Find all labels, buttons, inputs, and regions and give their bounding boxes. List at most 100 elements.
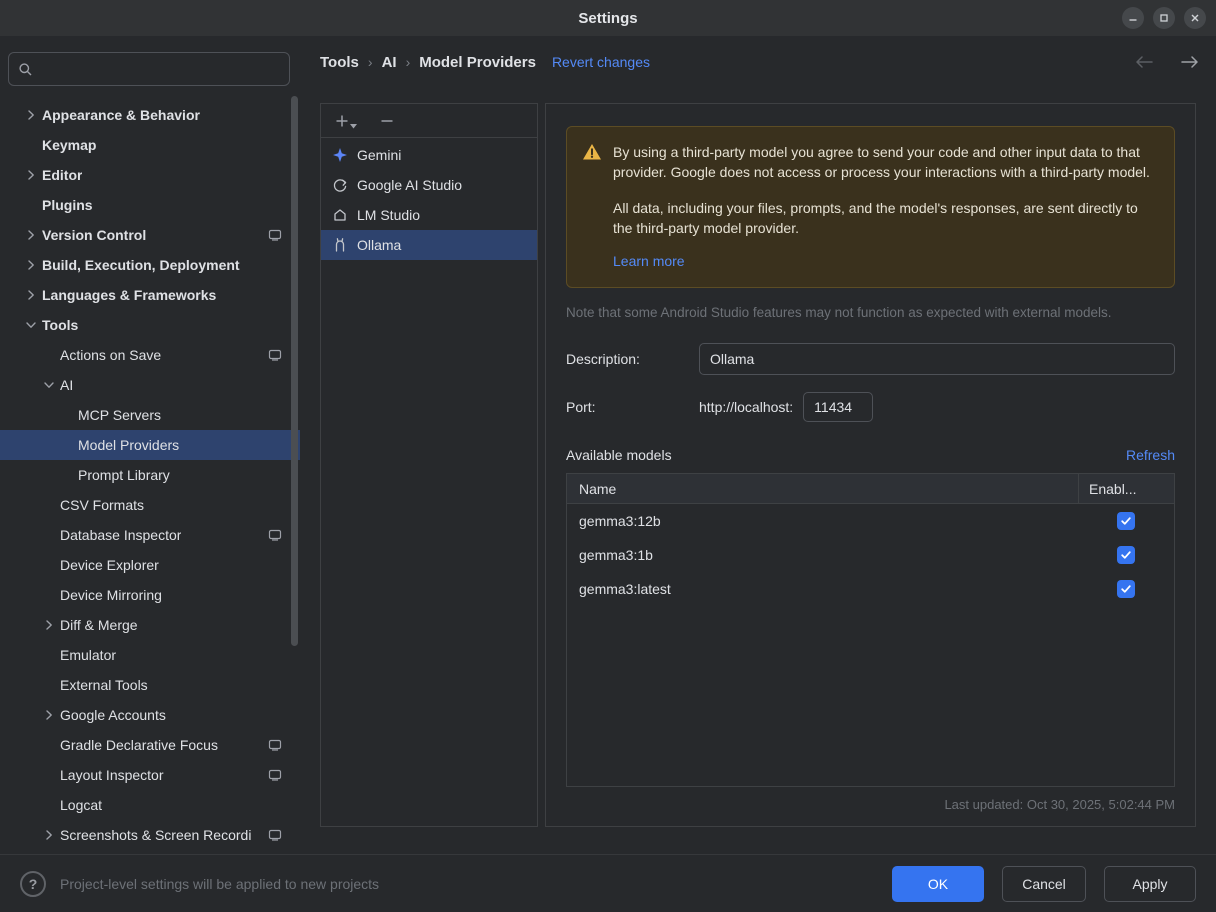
help-icon: ? <box>29 876 38 892</box>
minimize-button[interactable] <box>1122 7 1144 29</box>
sidebar-item-mcp-servers[interactable]: MCP Servers <box>0 400 300 430</box>
sidebar-item-keymap[interactable]: Keymap <box>0 130 300 160</box>
sidebar-item-diff-merge[interactable]: Diff & Merge <box>0 610 300 640</box>
search-box[interactable] <box>8 52 290 86</box>
sidebar-item-screenshots-screen-recordi[interactable]: Screenshots & Screen Recordi <box>0 820 300 850</box>
provider-item-gemini[interactable]: Gemini <box>321 140 537 170</box>
sidebar-item-label: Layout Inspector <box>60 767 164 783</box>
sidebar-item-label: Device Explorer <box>60 557 159 573</box>
back-arrow-icon[interactable] <box>1134 55 1154 69</box>
sidebar-item-tools[interactable]: Tools <box>0 310 300 340</box>
sidebar-item-prompt-library[interactable]: Prompt Library <box>0 460 300 490</box>
sidebar-scrollbar[interactable] <box>291 96 298 646</box>
model-row-gemma3-latest[interactable]: gemma3:latest <box>567 572 1174 606</box>
warning-paragraph-2: All data, including your files, prompts,… <box>613 198 1156 239</box>
chevron-right-icon <box>24 108 42 122</box>
settings-window: Settings Appearance & Behavior Keymap Edit… <box>0 0 1216 912</box>
sidebar-item-device-explorer[interactable]: Device Explorer <box>0 550 300 580</box>
sidebar-item-plugins[interactable]: Plugins <box>0 190 300 220</box>
sidebar-item-logcat[interactable]: Logcat <box>0 790 300 820</box>
titlebar: Settings <box>0 0 1216 36</box>
shared-settings-icon <box>268 828 282 842</box>
sidebar-item-ai[interactable]: AI <box>0 370 300 400</box>
sidebar-item-actions-on-save[interactable]: Actions on Save <box>0 340 300 370</box>
breadcrumb-model-providers: Model Providers <box>419 54 536 71</box>
revert-changes-link[interactable]: Revert changes <box>552 54 650 70</box>
models-table-body: gemma3:12bgemma3:1bgemma3:latest <box>567 504 1174 606</box>
sidebar-item-emulator[interactable]: Emulator <box>0 640 300 670</box>
check-icon <box>1120 549 1132 561</box>
chevron-right-icon <box>24 228 42 242</box>
forward-arrow-icon[interactable] <box>1180 55 1200 69</box>
shared-settings-icon <box>268 348 282 362</box>
learn-more-link[interactable]: Learn more <box>613 251 685 271</box>
port-row: Port: http://localhost: <box>566 392 1175 422</box>
lm-studio-icon <box>332 207 348 223</box>
sidebar-item-external-tools[interactable]: External Tools <box>0 670 300 700</box>
models-table-header: Name Enabl... <box>567 474 1174 504</box>
sidebar-item-label: Logcat <box>60 797 102 813</box>
sidebar-item-device-mirroring[interactable]: Device Mirroring <box>0 580 300 610</box>
model-row-gemma3-1b[interactable]: gemma3:1b <box>567 538 1174 572</box>
sidebar-item-layout-inspector[interactable]: Layout Inspector <box>0 760 300 790</box>
remove-provider-button[interactable] <box>379 113 395 129</box>
footer-note: Project-level settings will be applied t… <box>60 876 892 892</box>
sidebar-item-label: CSV Formats <box>60 497 144 513</box>
sidebar-item-label: External Tools <box>60 677 148 693</box>
external-models-note: Note that some Android Studio features m… <box>566 305 1175 320</box>
breadcrumb-tools[interactable]: Tools <box>320 54 359 71</box>
providers-toolbar <box>321 104 537 138</box>
sidebar-item-version-control[interactable]: Version Control <box>0 220 300 250</box>
google-ai-studio-icon <box>332 177 348 193</box>
refresh-link[interactable]: Refresh <box>1126 447 1175 463</box>
model-row-gemma3-12b[interactable]: gemma3:12b <box>567 504 1174 538</box>
sidebar-item-gradle-declarative-focus[interactable]: Gradle Declarative Focus <box>0 730 300 760</box>
sidebar-item-label: Languages & Frameworks <box>42 287 216 303</box>
model-enabled-checkbox[interactable] <box>1117 512 1135 530</box>
apply-button[interactable]: Apply <box>1104 866 1196 902</box>
port-input[interactable] <box>803 392 873 422</box>
sidebar-item-google-accounts[interactable]: Google Accounts <box>0 700 300 730</box>
provider-item-label: Ollama <box>357 237 401 253</box>
sidebar-item-database-inspector[interactable]: Database Inspector <box>0 520 300 550</box>
help-button[interactable]: ? <box>20 871 46 897</box>
provider-item-label: Google AI Studio <box>357 177 462 193</box>
model-enabled-checkbox[interactable] <box>1117 580 1135 598</box>
available-models-row: Available models Refresh <box>566 447 1175 463</box>
provider-item-google-ai-studio[interactable]: Google AI Studio <box>321 170 537 200</box>
provider-item-ollama[interactable]: Ollama <box>321 230 537 260</box>
description-input[interactable] <box>699 343 1175 375</box>
chevron-right-icon <box>24 258 42 272</box>
breadcrumb-ai[interactable]: AI <box>382 54 397 71</box>
sidebar-item-build-execution-deployment[interactable]: Build, Execution, Deployment <box>0 250 300 280</box>
third-party-warning: By using a third-party model you agree t… <box>566 126 1175 288</box>
close-button[interactable] <box>1184 7 1206 29</box>
name-column-header[interactable]: Name <box>567 474 1078 503</box>
sidebar-item-label: MCP Servers <box>78 407 161 423</box>
sidebar-item-languages-frameworks[interactable]: Languages & Frameworks <box>0 280 300 310</box>
sidebar-item-label: Editor <box>42 167 82 183</box>
maximize-button[interactable] <box>1153 7 1175 29</box>
search-input[interactable] <box>39 60 280 78</box>
sidebar-item-appearance-behavior[interactable]: Appearance & Behavior <box>0 100 300 130</box>
model-enabled-checkbox[interactable] <box>1117 546 1135 564</box>
dialog-footer: ? Project-level settings will be applied… <box>0 854 1216 912</box>
shared-settings-icon <box>268 768 282 782</box>
sidebar-item-label: Database Inspector <box>60 527 181 543</box>
description-label: Description: <box>566 351 699 367</box>
chevron-right-icon <box>24 288 42 302</box>
settings-sidebar: Appearance & Behavior Keymap Editor Plugins… <box>0 36 300 854</box>
sidebar-item-csv-formats[interactable]: CSV Formats <box>0 490 300 520</box>
sidebar-item-model-providers[interactable]: Model Providers <box>0 430 300 460</box>
warning-icon <box>582 143 602 166</box>
sidebar-item-label: Appearance & Behavior <box>42 107 200 123</box>
search-icon <box>18 62 33 77</box>
sidebar-item-editor[interactable]: Editor <box>0 160 300 190</box>
ok-button[interactable]: OK <box>892 866 984 902</box>
add-provider-button[interactable] <box>334 113 357 129</box>
enabled-column-header[interactable]: Enabl... <box>1078 474 1174 503</box>
close-icon <box>1189 12 1201 24</box>
provider-item-lm-studio[interactable]: LM Studio <box>321 200 537 230</box>
sidebar-item-label: Actions on Save <box>60 347 161 363</box>
cancel-button[interactable]: Cancel <box>1002 866 1086 902</box>
